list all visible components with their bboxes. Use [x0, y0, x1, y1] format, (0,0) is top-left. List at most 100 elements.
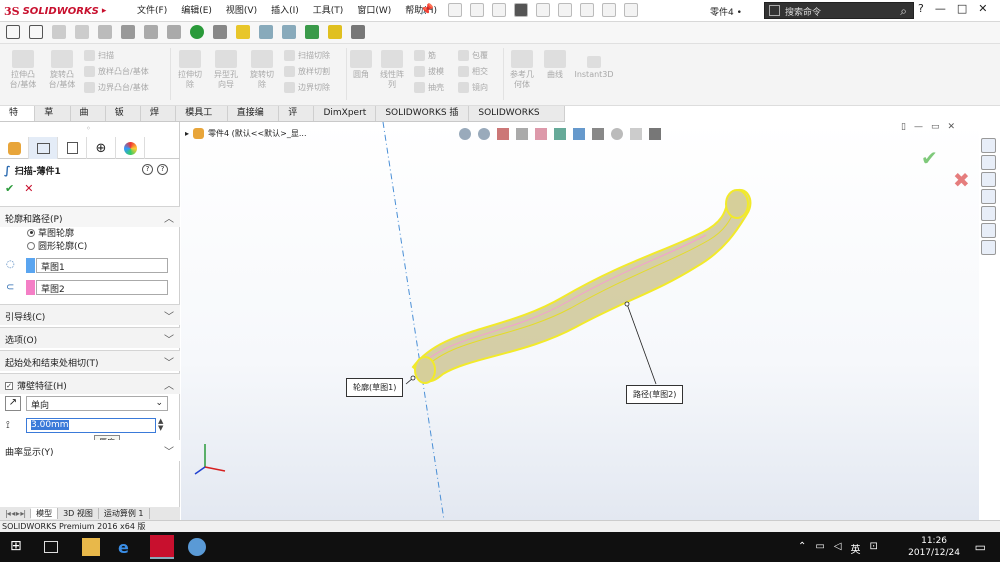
- loft-boss-command[interactable]: 放样凸台/基体: [84, 66, 149, 77]
- search-commands-input[interactable]: 搜索命令 ⌕: [764, 2, 914, 19]
- lofted-cut-command[interactable]: 放样切割: [284, 66, 330, 77]
- close-button[interactable]: ✕: [978, 2, 987, 15]
- network-icon[interactable]: ▭: [815, 541, 824, 556]
- scene-icon[interactable]: [167, 25, 181, 39]
- ok-button[interactable]: ✔: [5, 182, 14, 195]
- display-manager-tab-icon[interactable]: [116, 137, 145, 159]
- chevron-up-icon[interactable]: ︿: [164, 377, 174, 392]
- sweep-command[interactable]: 扫描: [84, 50, 149, 61]
- section-guide-curves[interactable]: 引导线(C) ﹀: [0, 304, 180, 325]
- measure-icon[interactable]: [213, 25, 227, 39]
- restore-button[interactable]: □: [957, 2, 967, 15]
- graphics-viewport[interactable]: ▸ 零件4 (默认<<默认>_显... ▯ — ▭ ✕ 轮廓(草图1) 路径(草…: [181, 122, 979, 520]
- notification-icon[interactable]: ▭: [975, 540, 986, 554]
- thickness-input[interactable]: 3.00mm: [26, 418, 156, 433]
- location-icon[interactable]: [190, 25, 204, 39]
- confirm-corner-ok-icon[interactable]: ✔: [921, 146, 938, 170]
- mirror-command[interactable]: 镜向: [458, 82, 488, 93]
- options-gear-icon[interactable]: [624, 3, 638, 17]
- wrap-command[interactable]: 包覆: [458, 50, 488, 61]
- radio-circle-profile[interactable]: 圆形轮廓(C): [27, 239, 87, 252]
- menu-tools[interactable]: 工具(T): [306, 4, 351, 18]
- dimxpert-manager-tab-icon[interactable]: ⊕: [87, 137, 116, 159]
- model-canvas[interactable]: [181, 122, 979, 520]
- chevron-down-icon[interactable]: ﹀: [164, 443, 174, 458]
- tab-direct-editing[interactable]: 直接编辑: [228, 106, 280, 133]
- home-icon[interactable]: [980, 138, 996, 153]
- tab-dimxpert[interactable]: DimXpert: [314, 106, 377, 121]
- minimize-button[interactable]: —: [935, 2, 946, 15]
- tab-features[interactable]: 特征: [0, 106, 36, 133]
- view-palette-icon[interactable]: [980, 189, 996, 204]
- swept-cut-command[interactable]: 扫描切除: [284, 50, 330, 61]
- tab-sheet-metal[interactable]: 钣金: [106, 106, 141, 133]
- profile-selection-field[interactable]: 草图1: [36, 258, 168, 273]
- solidworks-taskbar-icon[interactable]: [150, 535, 174, 559]
- curves-button[interactable]: 曲线: [540, 50, 570, 80]
- instant3d-button[interactable]: Instant3D: [572, 56, 616, 80]
- gear-icon[interactable]: [121, 25, 135, 39]
- revolved-cut-button[interactable]: 旋转切 除: [244, 50, 280, 90]
- edge-browser-icon[interactable]: e: [118, 538, 136, 557]
- linear-pattern-button[interactable]: 线性阵 列: [376, 50, 408, 90]
- tab-mold-tools[interactable]: 模具工具: [176, 106, 228, 133]
- section-thin-feature[interactable]: ✓ 薄壁特征(H) ︿: [0, 373, 180, 394]
- configuration-manager-tab-icon[interactable]: [58, 137, 87, 159]
- detailed-help-icon[interactable]: ?: [157, 164, 168, 175]
- sketch-icon[interactable]: [6, 25, 20, 39]
- boundary-boss-command[interactable]: 边界凸台/基体: [84, 82, 149, 93]
- tab-mbd[interactable]: SOLIDWORKS MBD: [469, 106, 565, 133]
- profile-callout[interactable]: 轮廓(草图1): [346, 378, 404, 397]
- display-style-icon[interactable]: [98, 25, 112, 39]
- select-icon[interactable]: [558, 3, 572, 17]
- menu-view[interactable]: 视图(V): [219, 4, 264, 18]
- input-mode-icon[interactable]: ⊡: [870, 541, 878, 556]
- path-callout[interactable]: 路径(草图2): [626, 385, 684, 404]
- cross-section-icon[interactable]: [236, 25, 250, 39]
- tab-surfaces[interactable]: 曲面: [71, 106, 106, 133]
- volume-icon[interactable]: ◁: [834, 541, 842, 556]
- zoom-icon[interactable]: [259, 25, 273, 39]
- revolved-boss-button[interactable]: 旋转凸 台/基体: [44, 50, 80, 90]
- section-curvature-display[interactable]: 曲率显示(Y) ﹀: [0, 440, 180, 461]
- start-icon[interactable]: ⊞: [10, 538, 28, 556]
- file-explorer-icon[interactable]: [82, 538, 100, 556]
- search-icon[interactable]: ⌕: [900, 4, 907, 19]
- section-options[interactable]: 选项(O) ﹀: [0, 327, 180, 348]
- thin-feature-checkbox[interactable]: ✓: [5, 381, 13, 390]
- hole-wizard-button[interactable]: 异型孔 向导: [208, 50, 244, 90]
- feature-manager-tab-icon[interactable]: [0, 137, 29, 159]
- radio-sketch-profile[interactable]: 草图轮廓: [27, 226, 74, 239]
- chevron-up-icon[interactable]: ︿: [164, 210, 174, 225]
- rebuild-icon[interactable]: [580, 3, 594, 17]
- reference-geometry-button[interactable]: 参考几 何体: [506, 50, 538, 90]
- open-document-icon[interactable]: [470, 3, 484, 17]
- binoculars-icon[interactable]: [282, 25, 296, 39]
- print-icon[interactable]: [514, 3, 528, 17]
- boundary-cut-command[interactable]: 边界切除: [284, 82, 330, 93]
- start-profile-face[interactable]: [414, 356, 436, 384]
- fillet-button[interactable]: 圆角: [348, 50, 374, 80]
- file-properties-icon[interactable]: [602, 3, 616, 17]
- path-selection-field[interactable]: 草图2: [36, 280, 168, 295]
- appearances-icon[interactable]: [980, 206, 996, 221]
- tab-3d-views[interactable]: 3D 视图: [58, 508, 99, 519]
- tab-sketch[interactable]: 草图: [35, 106, 71, 133]
- shell-command[interactable]: 抽壳: [414, 82, 444, 93]
- macro-icon[interactable]: [351, 25, 365, 39]
- panel-collapse-handle[interactable]: ◦: [86, 124, 91, 133]
- intersect-command[interactable]: 相交: [458, 66, 488, 77]
- end-profile-face[interactable]: [725, 189, 749, 219]
- reverse-direction-icon[interactable]: ↗: [5, 396, 21, 411]
- ime-label[interactable]: 英: [851, 541, 861, 556]
- tray-expand-icon[interactable]: ⌃: [798, 541, 806, 556]
- help-icon[interactable]: ?: [918, 2, 924, 15]
- save-as-icon[interactable]: [305, 25, 319, 39]
- view-icon[interactable]: [52, 25, 66, 39]
- pin-menu-icon[interactable]: 📌: [420, 3, 434, 16]
- section-tangency[interactable]: 起始处和结束处相切(T) ﹀: [0, 350, 180, 371]
- save-icon[interactable]: [492, 3, 506, 17]
- rib-command[interactable]: 筋: [414, 50, 444, 61]
- tab-evaluate[interactable]: 评估: [279, 106, 315, 133]
- task-view-icon[interactable]: [44, 541, 58, 553]
